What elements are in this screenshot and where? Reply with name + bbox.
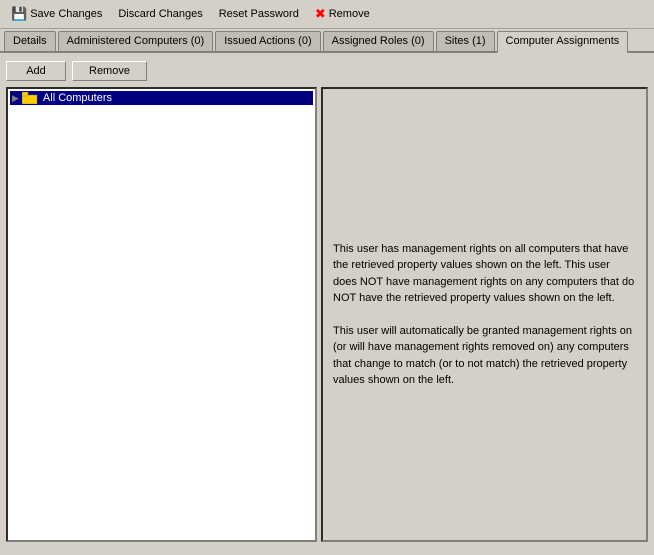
description-paragraph-1: This user has management rights on all c…	[333, 241, 636, 307]
tab-sites[interactable]: Sites (1)	[436, 31, 495, 51]
toolbar: 💾 Save Changes Discard Changes Reset Pas…	[0, 0, 654, 29]
left-panel-tree[interactable]: ▶ All Computers	[6, 87, 317, 542]
tab-administered-computers[interactable]: Administered Computers (0)	[58, 31, 214, 51]
discard-changes-label: Discard Changes	[118, 8, 202, 20]
description-paragraph-2: This user will automatically be granted …	[333, 323, 636, 389]
save-changes-button[interactable]: 💾 Save Changes	[4, 3, 109, 25]
tree-expand-icon: ▶	[12, 93, 19, 104]
remove-button[interactable]: ✖ Remove	[308, 3, 377, 25]
save-changes-label: Save Changes	[30, 8, 102, 20]
remove-icon: ✖	[315, 6, 326, 22]
tab-bar: Details Administered Computers (0) Issue…	[0, 29, 654, 53]
add-button[interactable]: Add	[6, 61, 66, 81]
reset-password-label: Reset Password	[219, 8, 299, 20]
tree-item-label: All Computers	[43, 92, 112, 104]
right-panel-description: This user has management rights on all c…	[321, 87, 648, 542]
main-content: Add Remove ▶ All Computers This user has…	[0, 53, 654, 548]
remove-label: Remove	[329, 8, 370, 20]
tree-item-all-computers[interactable]: ▶ All Computers	[10, 91, 313, 105]
tab-assigned-roles[interactable]: Assigned Roles (0)	[323, 31, 434, 51]
save-icon: 💾	[11, 6, 27, 22]
tab-issued-actions[interactable]: Issued Actions (0)	[215, 31, 320, 51]
reset-password-button[interactable]: Reset Password	[212, 5, 306, 23]
tab-computer-assignments[interactable]: Computer Assignments	[497, 31, 629, 53]
folder-icon	[22, 92, 38, 104]
remove-item-button[interactable]: Remove	[72, 61, 147, 81]
tab-details[interactable]: Details	[4, 31, 56, 51]
discard-changes-button[interactable]: Discard Changes	[111, 5, 209, 23]
button-row: Add Remove	[6, 59, 648, 83]
panels: ▶ All Computers This user has management…	[6, 87, 648, 542]
